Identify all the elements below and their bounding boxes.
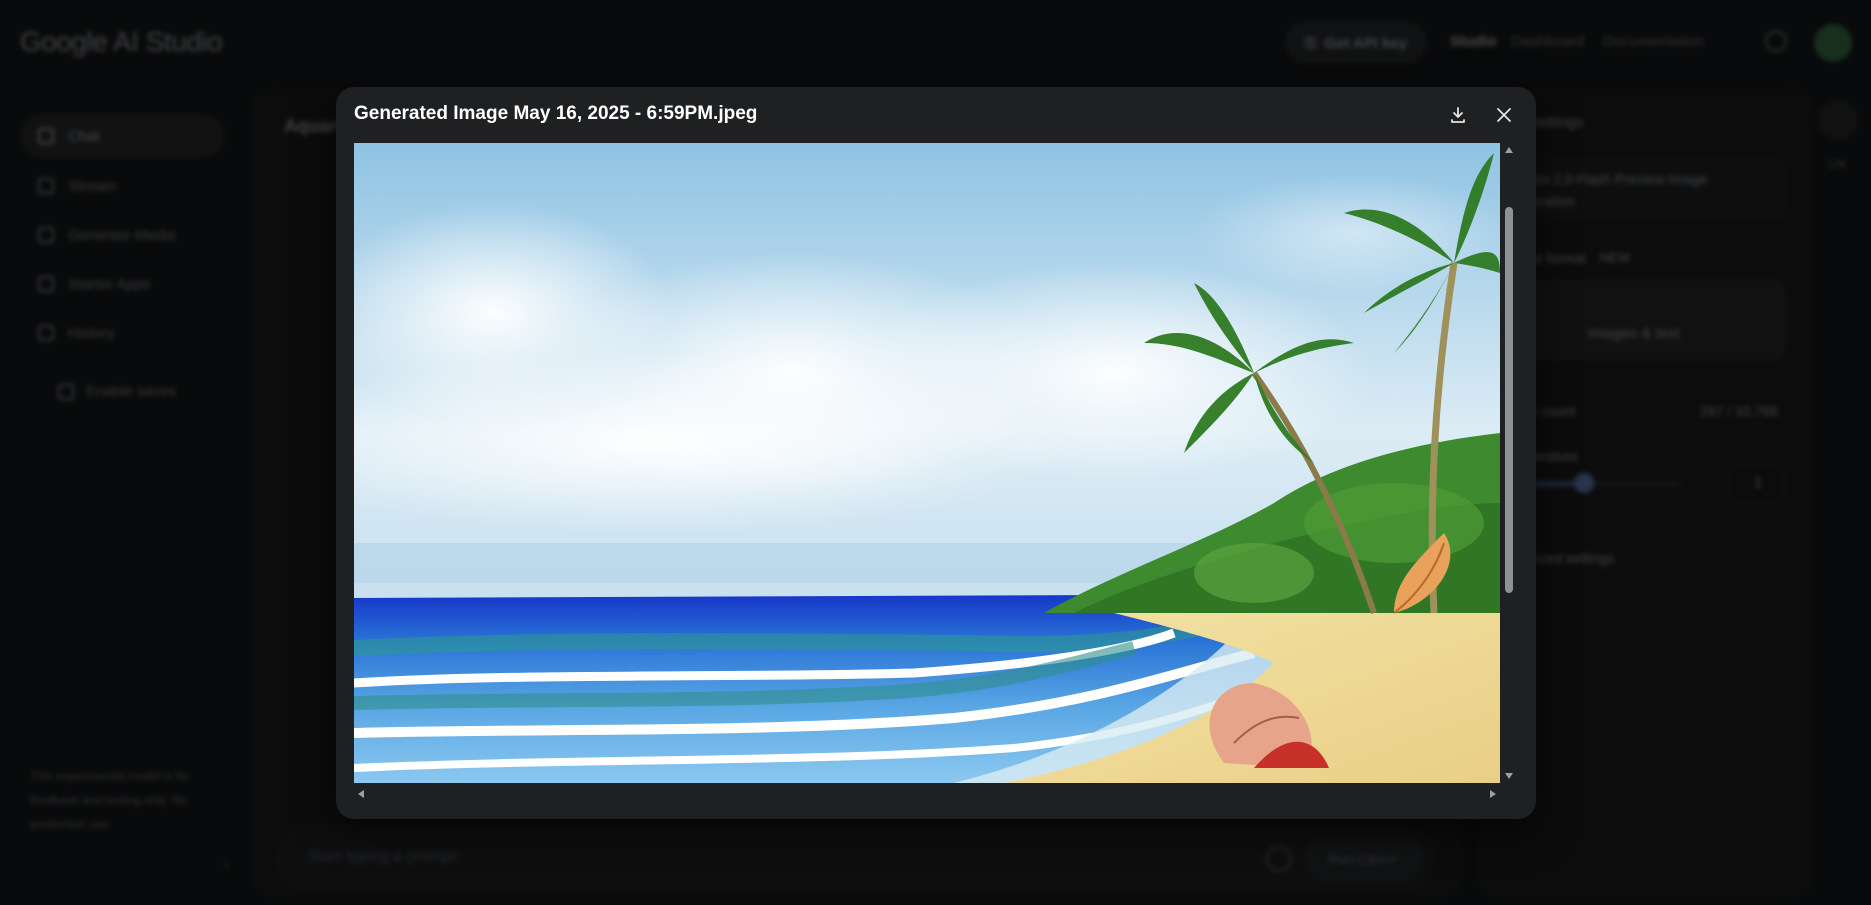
vertical-scrollbar-track — [1505, 147, 1513, 779]
dialog-title: Generated Image May 16, 2025 - 6:59PM.jp… — [354, 103, 758, 124]
generated-image — [354, 143, 1500, 783]
close-button[interactable] — [1488, 99, 1520, 131]
horizontal-scrollbar-track — [358, 790, 1496, 798]
close-icon — [1497, 108, 1511, 122]
download-icon — [1451, 107, 1465, 123]
image-preview-dialog: Generated Image May 16, 2025 - 6:59PM.jp… — [336, 87, 1536, 819]
vertical-scrollbar[interactable] — [1502, 143, 1516, 783]
watercolor-beach-image — [354, 143, 1500, 783]
download-button[interactable] — [1442, 99, 1474, 131]
horizontal-scrollbar[interactable] — [354, 787, 1500, 801]
